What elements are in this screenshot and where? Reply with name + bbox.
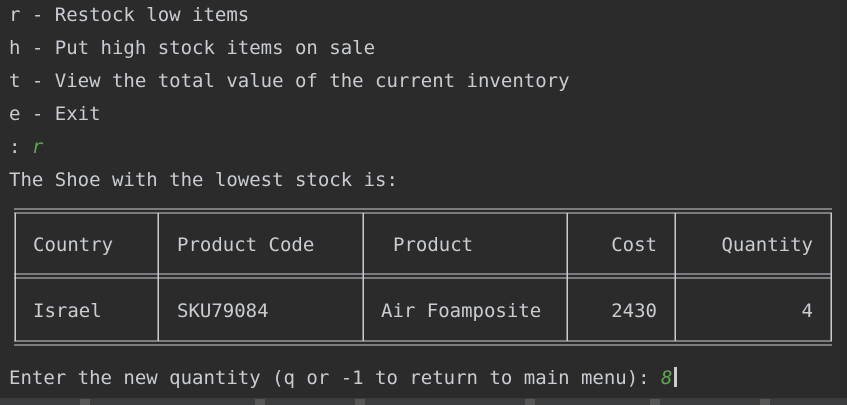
toolbar-icon[interactable] — [355, 399, 365, 405]
cell-cost: 2430 — [611, 300, 657, 322]
quantity-input[interactable]: 8 — [661, 367, 672, 389]
console-output: r - Restock low items h - Put high stock… — [0, 0, 847, 405]
toolbar-icon[interactable] — [80, 399, 90, 405]
ascii-table: Country Product Code Product Cost Quanti… — [13, 208, 833, 348]
quantity-prompt: Enter the new quantity (q or -1 to retur… — [9, 367, 662, 389]
toolbar-icon[interactable] — [760, 399, 770, 405]
header-product: Product — [393, 234, 474, 256]
toolbar-icon[interactable] — [525, 399, 535, 405]
header-cost: Cost — [611, 234, 657, 256]
menu-input: r — [31, 136, 44, 158]
menu-option-sale: h - Put high stock items on sale — [9, 37, 376, 59]
prompt-symbol: : — [9, 136, 32, 158]
toolbar-icon[interactable] — [650, 399, 660, 405]
bottom-toolbar-strip — [0, 398, 847, 405]
menu-option-total-value: t - View the total value of the current … — [9, 70, 570, 92]
lowest-stock-message: The Shoe with the lowest stock is: — [9, 169, 398, 191]
cell-quantity: 4 — [801, 300, 813, 322]
menu-option-exit: e - Exit — [9, 103, 101, 125]
quantity-prompt-line[interactable]: Enter the new quantity (q or -1 to retur… — [9, 366, 678, 390]
cell-product: Air Foamposite — [381, 300, 542, 322]
cell-country: Israel — [33, 300, 102, 322]
cell-product-code: SKU79084 — [177, 300, 269, 322]
table-borders — [14, 208, 832, 346]
header-country: Country — [33, 234, 114, 256]
menu-prompt-line: : r — [9, 135, 43, 159]
menu-option-restock: r - Restock low items — [9, 4, 250, 26]
text-cursor — [674, 367, 678, 387]
header-quantity: Quantity — [721, 234, 813, 256]
toolbar-icon[interactable] — [255, 399, 265, 405]
header-product-code: Product Code — [177, 234, 315, 256]
